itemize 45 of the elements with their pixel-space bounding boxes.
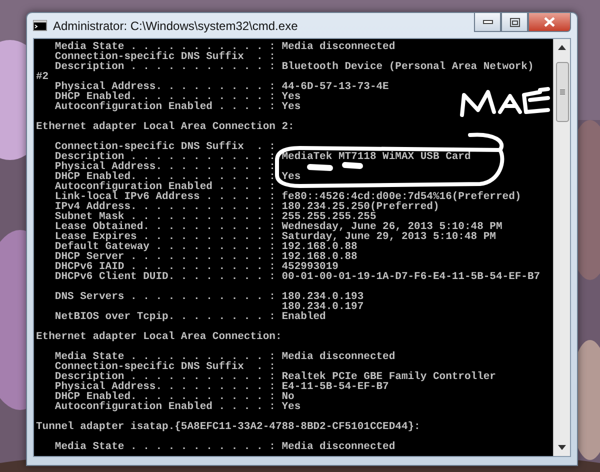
console-line: Physical Address. . . . . . . . . : 44-6D-57-13-73-4E (54, 82, 389, 92)
console-line: DHCPv6 Client DUID. . . . . . . . : 00-01-00-01-19-1A-D7-F6-E4-11-5B-54-EF-B7 (54, 272, 540, 282)
minimize-icon (482, 20, 492, 24)
console-icon (33, 20, 47, 31)
console-line: DHCPv6 IAID . . . . . . . . . . . : 452993019 (54, 262, 338, 272)
console-line: Media State . . . . . . . . . . . : Media disconnected (54, 352, 396, 362)
console-line: #2 (36, 72, 49, 82)
close-icon (544, 17, 555, 27)
console-line: DHCP Enabled. . . . . . . . . . . : Yes (54, 92, 301, 102)
console-line: IPv4 Address. . . . . . . . . . . : 180.234.25.250(Preferred) (54, 202, 440, 212)
console-line: DHCP Enabled. . . . . . . . . . . : No (54, 392, 294, 402)
console-line: Tunnel adapter isatap.{5A8EFC11-33A2-4788-8BD2-CF5101CCED44}: (36, 422, 420, 432)
console-line: Lease Obtained. . . . . . . . . . : Wednesday, June 26, 2013 5:10:48 PM (54, 222, 502, 232)
console-line: DHCP Enabled. . . . . . . . . . . : Yes (54, 172, 301, 182)
close-button[interactable] (528, 13, 571, 32)
scrollbar[interactable] (553, 39, 570, 456)
console-line: NetBIOS over Tcpip. . . . . . . . : Enabled (54, 312, 326, 322)
window-title: Administrator: C:\Windows\system32\cmd.exe (53, 18, 298, 32)
console-line: Description . . . . . . . . . . . : MediaTek MT7118 WiMAX USB Card (54, 152, 471, 162)
console-line: DNS Servers . . . . . . . . . . . : 180.234.0.193 (54, 292, 364, 302)
scroll-up-icon (558, 45, 566, 50)
console-line: Ethernet adapter Local Area Connection 2: (36, 122, 294, 132)
console-line: Connection-specific DNS Suffix . : (54, 362, 276, 372)
console-line: Media State . . . . . . . . . . . : Media disconnected (54, 42, 396, 52)
console-line: Default Gateway . . . . . . . . . : 192.168.0.88 (54, 242, 358, 252)
scroll-thumb[interactable] (556, 62, 568, 122)
console-line: Autoconfiguration Enabled . . . . : Yes (54, 402, 301, 412)
console-line: Media State . . . . . . . . . . . : Media disconnected (54, 442, 396, 452)
console-line: Ethernet adapter Local Area Connection: (36, 332, 282, 342)
console-line: Link-local IPv6 Address . . . . . : fe80::4526:4cd:d00e:7d54%16(Preferred) (54, 192, 522, 202)
minimize-button[interactable] (474, 13, 501, 32)
console-line: Connection-specific DNS Suffix . : (54, 52, 276, 62)
console-line: 180.234.0.197 (280, 302, 364, 312)
console-line: Physical Address. . . . . . . . . : E4-11-5B-54-EF-B7 (54, 382, 389, 392)
console-line: Description . . . . . . . . . . . : Realtek PCIe GBE Family Controller (54, 372, 496, 382)
console-line: DHCP Server . . . . . . . . . . . : 192.168.0.88 (54, 252, 358, 262)
console-line: Autoconfiguration Enabled . . . . : Yes (54, 102, 301, 112)
console-line: Physical Address. . . . . . . . . : (54, 162, 276, 172)
console-line: Subnet Mask . . . . . . . . . . . : 255.255.255.255 (54, 212, 376, 222)
maximize-icon (510, 18, 520, 26)
console-line: Autoconfiguration Enabled . . . . : (54, 182, 276, 192)
console-line: Connection-specific DNS Suffix . : (54, 142, 276, 152)
maximize-button[interactable] (501, 13, 528, 32)
console-line: Lease Expires . . . . . . . . . . : Saturday, June 29, 2013 5:10:48 PM (54, 232, 496, 242)
console-line: Description . . . . . . . . . . . : Bluetooth Device (Personal Area Network) (54, 62, 534, 72)
